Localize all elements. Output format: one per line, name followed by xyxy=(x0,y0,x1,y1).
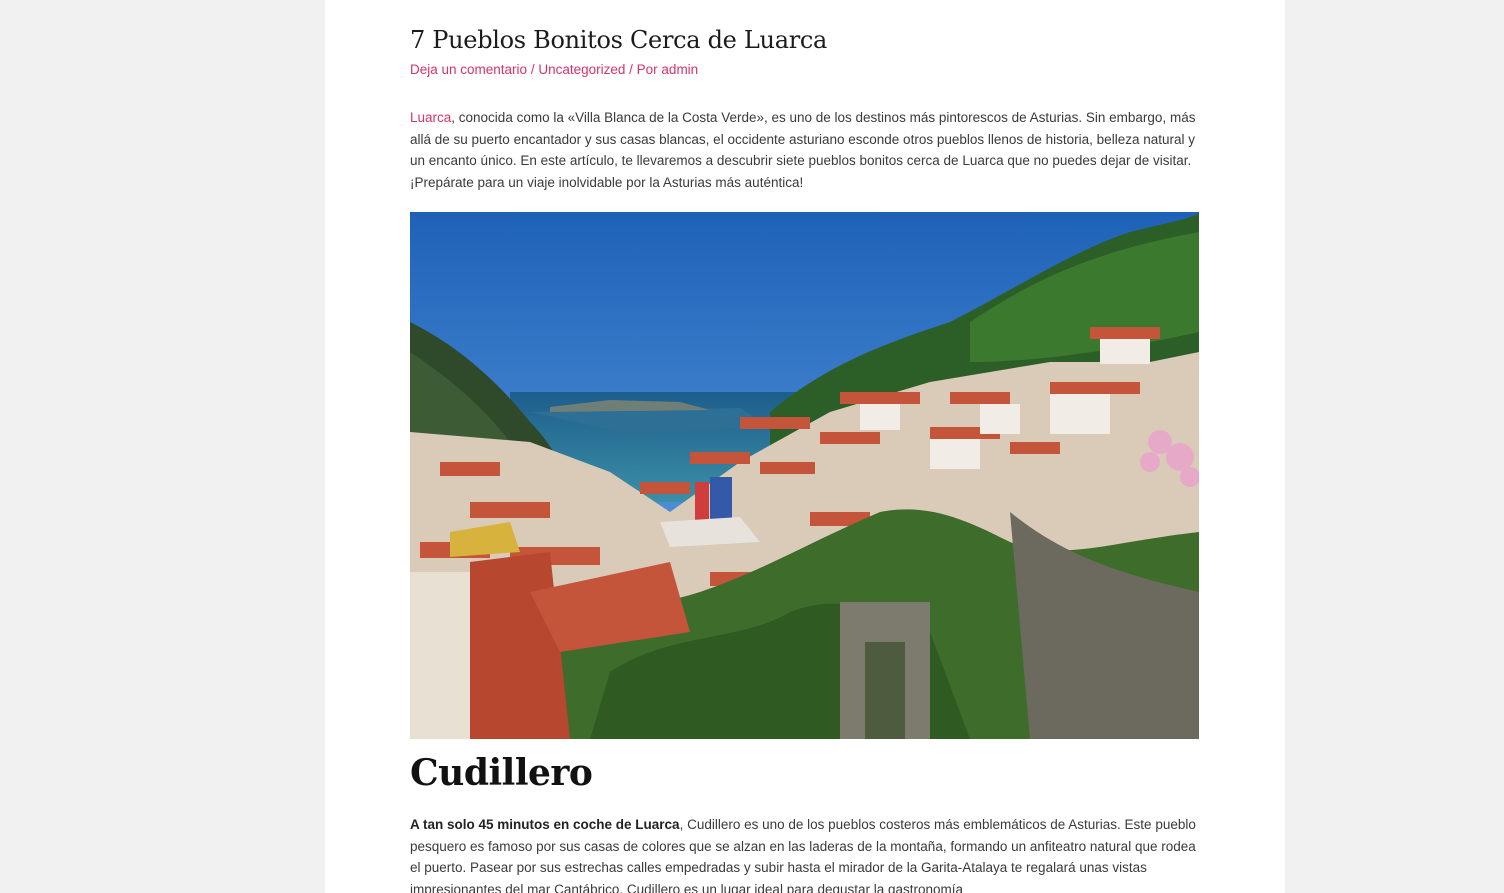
meta-by-prefix: / Por xyxy=(625,62,662,77)
luarca-link[interactable]: Luarca xyxy=(410,110,451,125)
comment-link[interactable]: Deja un comentario xyxy=(410,62,527,77)
hero-image-cudillero xyxy=(410,212,1199,739)
intro-text: , conocida como la «Villa Blanca de la C… xyxy=(410,110,1196,190)
section-heading: Cudillero xyxy=(410,752,593,794)
content-container: 7 Pueblos Bonitos Cerca de Luarca Deja u… xyxy=(325,0,1285,893)
post-title: 7 Pueblos Bonitos Cerca de Luarca xyxy=(410,26,828,54)
category-link[interactable]: Uncategorized xyxy=(538,62,625,77)
intro-paragraph: Luarca, conocida como la «Villa Blanca d… xyxy=(410,107,1199,193)
section-paragraph: A tan solo 45 minutos en coche de Luarca… xyxy=(410,814,1199,893)
author-link[interactable]: admin xyxy=(661,62,698,77)
meta-separator: / xyxy=(527,62,539,77)
post-meta: Deja un comentario / Uncategorized / Por… xyxy=(410,62,698,77)
section-bold-lead: A tan solo 45 minutos en coche de Luarca xyxy=(410,817,680,832)
